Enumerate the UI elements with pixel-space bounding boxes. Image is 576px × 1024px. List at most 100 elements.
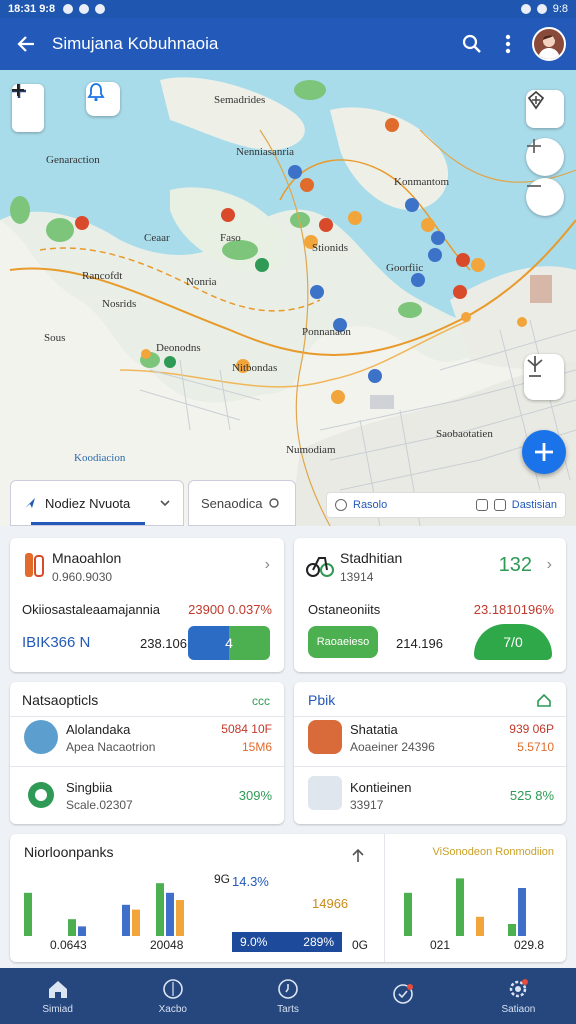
app-bar: Simujana Kobuhnaoia [0, 18, 576, 70]
filter-a[interactable]: Rasolo [353, 499, 387, 511]
list-item-title[interactable]: Kontieinen [350, 780, 411, 795]
metric-label: Okiiosastaleaamajannia [22, 602, 161, 617]
card-subtitle: 13914 [340, 570, 374, 584]
summary-card-left[interactable]: Mnaoahlon 0.960.9030 › Okiiosastaleaamaj… [10, 538, 284, 672]
plus-icon [535, 443, 553, 461]
chart-title: Niorloonpanks [24, 844, 114, 860]
tab-underline [31, 522, 145, 525]
gear-icon [510, 978, 529, 997]
gauge-pill[interactable]: 7/0 [474, 624, 552, 660]
navigation-arrow-icon [25, 498, 35, 508]
arrow-left-icon [17, 36, 34, 52]
map-label: Konmantom [394, 176, 449, 188]
bell-icon [87, 83, 105, 102]
route-value: 238.106 [140, 636, 187, 651]
check-badge-icon [393, 984, 414, 1004]
list-item-subtitle: Apea Nacaotrion [66, 740, 156, 754]
nav-label: Tarts [277, 1003, 299, 1015]
zoom-in-icon [527, 139, 541, 153]
more-menu-button[interactable] [490, 26, 526, 62]
map-label: Deonodns [156, 342, 201, 354]
section-title: Pbik [308, 692, 336, 708]
zoom-out-button[interactable] [526, 178, 564, 216]
metric-value: 23.1810196% [473, 602, 554, 617]
tab-primary[interactable]: Nodiez Nvuota [10, 480, 184, 526]
arrow-up-icon[interactable] [350, 848, 366, 864]
layers-control [12, 84, 44, 132]
comparison-right: 289% [303, 935, 334, 949]
comparison-left: 9.0% [240, 935, 268, 949]
location-button[interactable] [524, 354, 564, 400]
map-label: Nitbondas [232, 362, 278, 374]
circle-icon [269, 498, 280, 508]
map-label: Rancofdt [82, 270, 123, 282]
map-label: Faso [220, 232, 241, 244]
add-fab-button[interactable] [522, 430, 566, 474]
clock-icon [278, 978, 298, 999]
zoom-out-icon [527, 185, 541, 187]
home-icon [48, 980, 67, 998]
comparison-bar: 9.0% 289% [232, 932, 342, 952]
bar-chart-left [24, 883, 184, 936]
recycle-icon [28, 782, 54, 808]
list-item-subtitle: Aoaeiner 24396 [350, 740, 435, 754]
nav-settings[interactable]: Satiaon [461, 968, 576, 1024]
chart-bar [78, 926, 86, 936]
map-label: Semadrides [214, 94, 266, 106]
card-subtitle: 0.960.9030 [52, 570, 113, 584]
list-item-title[interactable]: Singbiia [66, 780, 112, 795]
search-button[interactable] [454, 26, 490, 62]
navigation-icon [527, 356, 543, 377]
status-pill[interactable]: Raoaeieso [308, 626, 378, 658]
tab-secondary[interactable]: Senaodica [188, 480, 296, 526]
chart-legend: ViSonodeon Ronmodiion [432, 846, 555, 858]
list-card-right: Pbik Shatatia Aoaeiner 24396 939 06P 5.5… [294, 682, 566, 824]
card-title: Mnaoahlon [52, 550, 122, 566]
map-label: Nosrids [102, 298, 137, 310]
nav-alerts[interactable] [346, 968, 461, 1024]
bar-chart-right [404, 878, 526, 936]
percent-top: 14.3% [232, 874, 269, 889]
map-label: Nonria [186, 276, 217, 288]
map-label: Stionids [312, 242, 349, 254]
list-item-value: 939 06P [509, 722, 554, 736]
map-label: Goorfiic [386, 262, 424, 274]
chart-bar [176, 900, 184, 936]
map-label: Sous [44, 332, 66, 344]
filter-b[interactable]: Dastisian [512, 499, 557, 511]
zoom-in-button[interactable] [526, 138, 564, 176]
x-axis-label: 021 [430, 938, 451, 952]
progress-pill[interactable]: 4 [188, 626, 270, 660]
home-outline-icon[interactable] [536, 692, 552, 708]
map-label: Koodiacion [74, 452, 126, 464]
place-thumbnail [308, 776, 342, 810]
map-view[interactable]: Semadrides Nenniasanria Konmantom Genara… [0, 70, 576, 526]
chart-bar [156, 883, 164, 936]
chart-bar [476, 916, 484, 936]
back-button[interactable] [0, 18, 52, 70]
status-time: 18:31 9:8 [8, 3, 56, 15]
nav-label: Satiaon [501, 1003, 536, 1015]
metric-value: 23900 0.037% [188, 602, 272, 617]
chart-bar [456, 878, 464, 936]
chart-bar [122, 904, 130, 936]
list-item-title[interactable]: Shatatia [350, 722, 398, 737]
compass-icon [527, 90, 545, 110]
nav-trips[interactable]: Tarts [230, 968, 345, 1024]
notifications-button[interactable] [86, 82, 120, 116]
compass-button[interactable] [526, 90, 564, 128]
list-item-title[interactable]: Alolandaka [66, 722, 130, 737]
list-item-change: 5.5710 [517, 740, 554, 754]
place-thumbnail [308, 720, 342, 754]
summary-card-right[interactable]: Stadhitian 13914 132 › Ostaneoniits 23.1… [294, 538, 566, 672]
chart-bar [518, 888, 526, 936]
avatar[interactable] [532, 27, 566, 61]
card-value: 132 [498, 554, 532, 576]
add-marker-button[interactable] [12, 84, 44, 132]
nav-home[interactable]: Simiad [0, 968, 115, 1024]
layers-icon [475, 499, 488, 511]
route-code: IBIK366 N [22, 634, 91, 651]
nav-explore[interactable]: Xacbo [115, 968, 230, 1024]
section-action[interactable]: ccc [252, 694, 270, 708]
tab-secondary-label: Senaodica [201, 495, 263, 511]
